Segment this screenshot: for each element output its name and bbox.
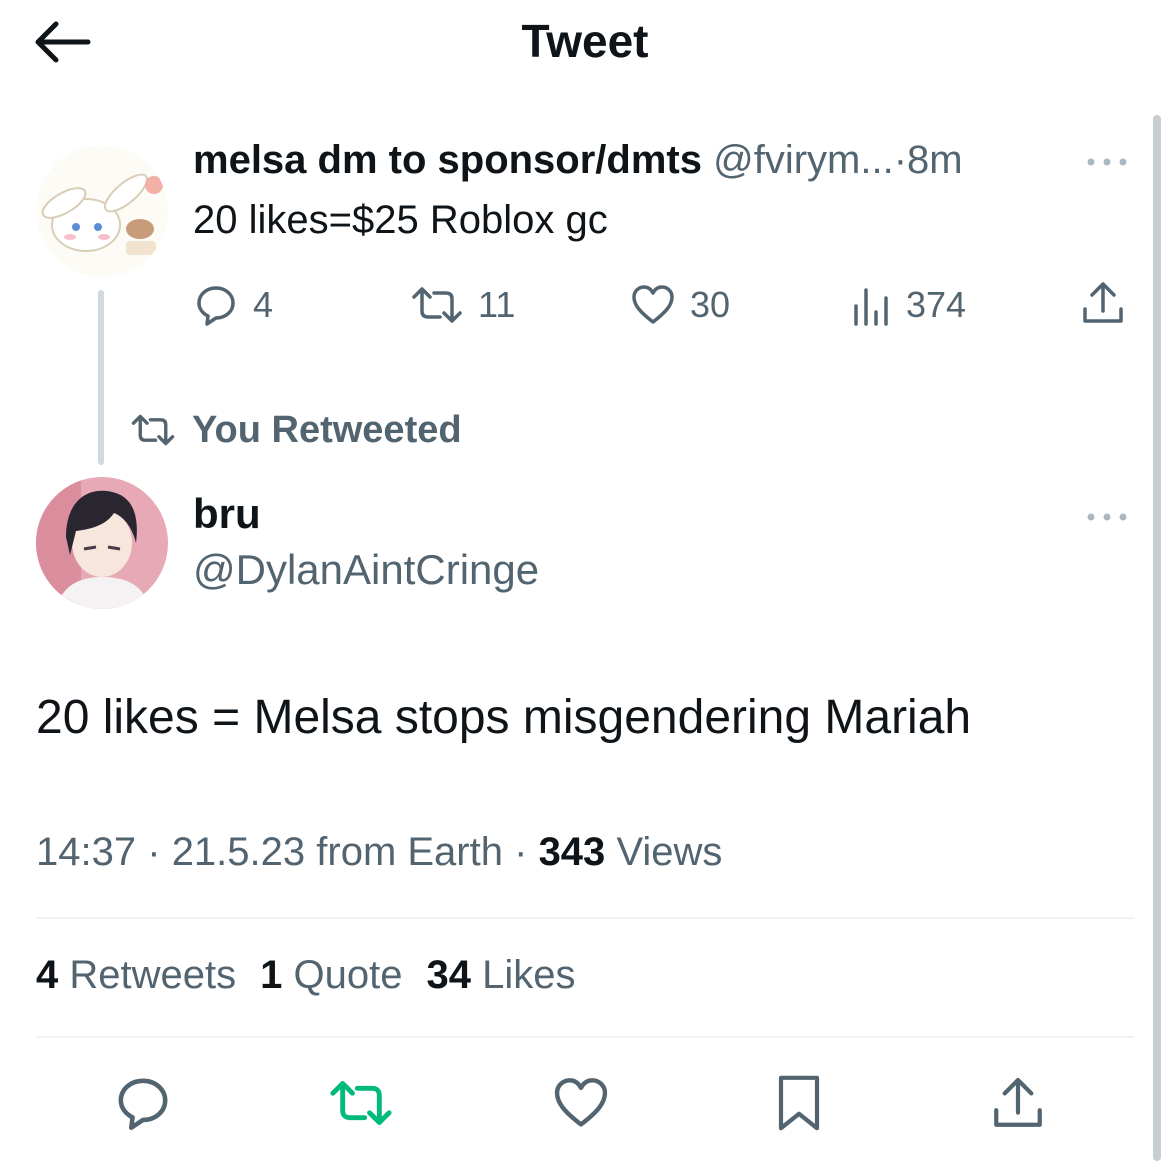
more-horizontal-icon — [1087, 158, 1127, 166]
retweet-icon — [412, 287, 462, 323]
page-title: Tweet — [521, 15, 649, 67]
views-label: Views — [616, 830, 723, 874]
likes-count: 34 — [426, 953, 471, 997]
divider — [36, 917, 1134, 919]
more-horizontal-icon — [1087, 513, 1127, 521]
retweets-stat[interactable]: 4 Retweets — [36, 953, 236, 998]
tweet-text: 20 likes = Melsa stops misgendering Mari… — [36, 691, 972, 744]
retweet-icon — [330, 1081, 392, 1125]
retweet-button[interactable] — [326, 1068, 396, 1138]
quoted-author-name[interactable]: melsa dm to sponsor/dmts — [193, 138, 702, 182]
tweet-meta: 14:37 · 21.5.23 from Earth · 343 Views — [36, 830, 722, 875]
retweets-label: Retweets — [69, 953, 237, 997]
separator: · — [514, 830, 528, 874]
thread-line — [98, 290, 104, 465]
quoted-views-button[interactable]: 374 — [850, 280, 966, 330]
quotes-stat[interactable]: 1 Quote — [260, 953, 402, 998]
likes-stat[interactable]: 34 Likes — [426, 953, 575, 998]
cinnamoroll-avatar — [36, 145, 168, 277]
bookmark-button[interactable] — [764, 1068, 834, 1138]
share-icon — [994, 1077, 1042, 1127]
tweet-stats: 4 Retweets 1 Quote 34 Likes — [36, 953, 575, 998]
heart-icon — [554, 1078, 608, 1127]
quoted-retweet-count: 11 — [478, 284, 516, 325]
quoted-share-button[interactable] — [1080, 278, 1126, 328]
scrollbar[interactable] — [1153, 115, 1161, 1161]
more-options-button[interactable] — [1082, 150, 1132, 174]
tweet-date[interactable]: 21.5.23 from Earth — [172, 830, 503, 874]
quoted-like-count: 30 — [690, 284, 731, 325]
more-options-button[interactable] — [1082, 505, 1132, 529]
bookmark-icon — [778, 1075, 820, 1131]
retweets-count: 4 — [36, 953, 59, 997]
reply-button[interactable] — [108, 1068, 178, 1138]
separator: · — [893, 138, 908, 182]
like-button[interactable] — [546, 1068, 616, 1138]
quoted-tweet-text: 20 likes=$25 Roblox gc — [193, 198, 608, 242]
quoted-reply-button[interactable]: 4 — [193, 280, 273, 330]
views-chart-icon — [854, 288, 888, 326]
quoted-tweet-header: melsa dm to sponsor/dmts @fvirym...·8m — [193, 138, 963, 183]
avatar[interactable] — [36, 145, 168, 277]
divider — [36, 1036, 1134, 1038]
quoted-retweet-button[interactable]: 11 — [410, 280, 515, 330]
quoted-reply-count: 4 — [253, 284, 274, 325]
tweet-time[interactable]: 14:37 — [36, 830, 136, 874]
separator: · — [147, 830, 161, 874]
retweet-banner-label[interactable]: You Retweeted — [192, 409, 462, 452]
share-button[interactable] — [983, 1068, 1053, 1138]
author-name[interactable]: bru — [193, 490, 261, 538]
retweet-icon — [131, 414, 175, 446]
anime-avatar — [36, 477, 168, 609]
quoted-views-count: 374 — [906, 284, 967, 325]
quotes-label: Quote — [293, 953, 403, 997]
heart-icon — [632, 285, 674, 324]
reply-icon — [197, 286, 235, 326]
views-count: 343 — [538, 830, 606, 874]
share-icon — [1083, 282, 1123, 323]
author-handle[interactable]: @DylanAintCringe — [193, 546, 539, 594]
reply-icon — [118, 1078, 168, 1131]
quoted-author-handle[interactable]: @fvirym... — [713, 138, 894, 182]
quotes-count: 1 — [260, 953, 283, 997]
retweet-banner: You Retweeted — [130, 405, 462, 455]
avatar[interactable] — [36, 477, 168, 609]
likes-label: Likes — [482, 953, 576, 997]
quoted-like-button[interactable]: 30 — [630, 280, 730, 330]
quoted-time[interactable]: 8m — [907, 138, 963, 182]
